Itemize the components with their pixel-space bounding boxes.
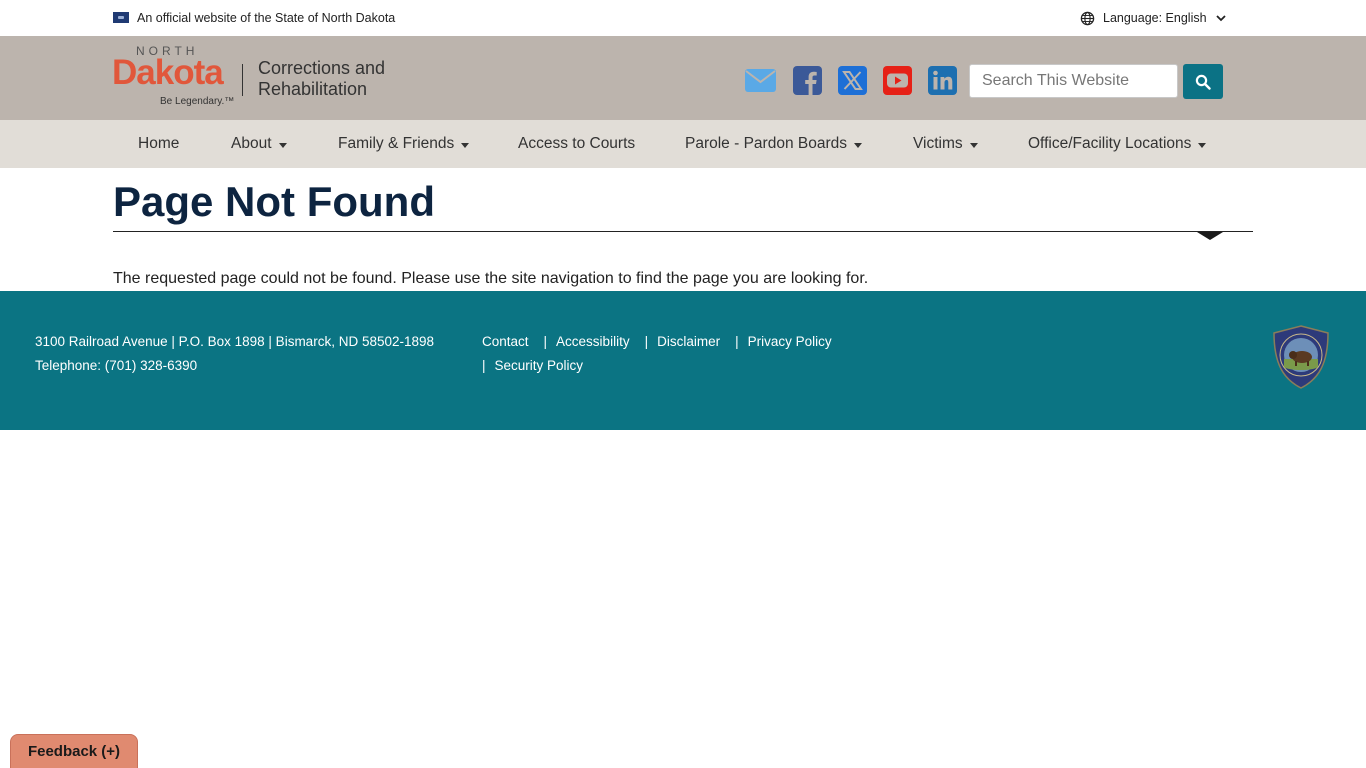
not-found-message: The requested page could not be found. P… xyxy=(113,270,869,287)
official-banner: An official website of the State of Nort… xyxy=(0,0,1366,36)
nav-office-facility-locations-label: Office/Facility Locations xyxy=(1028,135,1192,152)
youtube-icon xyxy=(882,65,912,95)
nav-about-label: About xyxy=(231,135,272,152)
site-logo[interactable]: NORTH Dakota Be Legendary.™ Corrections … xyxy=(112,44,392,112)
email-icon xyxy=(744,68,776,92)
email-link[interactable] xyxy=(743,64,777,96)
search-button[interactable] xyxy=(1183,64,1223,99)
caret-down-icon xyxy=(1198,142,1207,148)
search-icon xyxy=(1195,74,1211,90)
chevron-down-icon xyxy=(1215,15,1226,22)
nav-office-facility-locations[interactable]: Office/Facility Locations xyxy=(1028,120,1207,168)
nav-access-to-courts-label: Access to Courts xyxy=(518,135,636,152)
nav-family-friends[interactable]: Family & Friends xyxy=(338,120,470,168)
logo-dakota: Dakota xyxy=(112,53,224,92)
footer-link-disclaimer[interactable]: Disclaimer xyxy=(657,334,720,349)
x-twitter-link[interactable] xyxy=(835,64,869,96)
official-banner-text: An official website of the State of Nort… xyxy=(137,11,396,25)
globe-icon xyxy=(1080,11,1095,25)
nav-parole-pardon-boards[interactable]: Parole - Pardon Boards xyxy=(685,120,862,168)
feedback-button[interactable]: Feedback (+) xyxy=(10,734,138,768)
nav-victims-label: Victims xyxy=(913,135,963,152)
footer-link-accessibility[interactable]: Accessibility xyxy=(556,334,630,349)
footer-telephone: Telephone: (701) 328-6390 xyxy=(35,358,198,373)
footer-contact-info: 3100 Railroad Avenue | P.O. Box 1898 | B… xyxy=(35,330,434,378)
nav-victims[interactable]: Victims xyxy=(913,120,978,168)
logo-agency-name: Corrections and Rehabilitation xyxy=(258,58,386,99)
footer-separator: | xyxy=(482,358,486,373)
state-seal-icon xyxy=(1273,325,1329,389)
logo-divider xyxy=(242,64,243,96)
page-title: Page Not Found xyxy=(113,178,435,225)
footer-address: 3100 Railroad Avenue | P.O. Box 1898 | B… xyxy=(35,334,435,349)
footer-link-privacy-policy[interactable]: Privacy Policy xyxy=(748,334,832,349)
page: An official website of the State of Nort… xyxy=(0,0,1366,768)
footer-links: Contact | Accessibility | Disclaimer | Privacy… xyxy=(482,330,862,378)
logo-tagline: Be Legendary.™ xyxy=(160,96,235,107)
caret-down-icon xyxy=(853,142,862,148)
nav-parole-pardon-boards-label: Parole - Pardon Boards xyxy=(685,135,847,152)
search-input[interactable] xyxy=(969,64,1178,98)
title-divider xyxy=(113,231,1253,232)
main-navigation: Home About Family & Friends Access to Co… xyxy=(0,120,1366,168)
nav-family-friends-label: Family & Friends xyxy=(338,135,455,152)
footer-separator: | xyxy=(543,334,548,349)
x-twitter-icon xyxy=(837,65,867,95)
caret-down-icon xyxy=(461,142,470,148)
caret-down-icon xyxy=(969,142,978,148)
language-selector[interactable]: Language: English xyxy=(1080,10,1227,26)
divider-pointer xyxy=(1197,232,1223,240)
youtube-link[interactable] xyxy=(880,64,914,96)
footer-separator: | xyxy=(735,334,739,349)
nav-home[interactable]: Home xyxy=(138,120,179,168)
linkedin-link[interactable] xyxy=(925,64,959,96)
linkedin-icon xyxy=(927,65,957,95)
nav-about[interactable]: About xyxy=(231,120,287,168)
facebook-link[interactable] xyxy=(790,64,824,96)
caret-down-icon xyxy=(278,142,287,148)
nav-access-to-courts[interactable]: Access to Courts xyxy=(518,120,635,168)
nd-flag-icon xyxy=(113,12,129,23)
footer-link-security-policy[interactable]: Security Policy xyxy=(495,358,584,373)
site-footer: 3100 Railroad Avenue | P.O. Box 1898 | B… xyxy=(0,291,1366,430)
language-label: Language: English xyxy=(1103,11,1207,25)
facebook-icon xyxy=(792,65,822,95)
footer-separator: | xyxy=(644,334,649,349)
site-header: NORTH Dakota Be Legendary.™ Corrections … xyxy=(0,36,1366,120)
nav-home-label: Home xyxy=(138,135,180,152)
footer-link-contact[interactable]: Contact xyxy=(482,334,529,349)
